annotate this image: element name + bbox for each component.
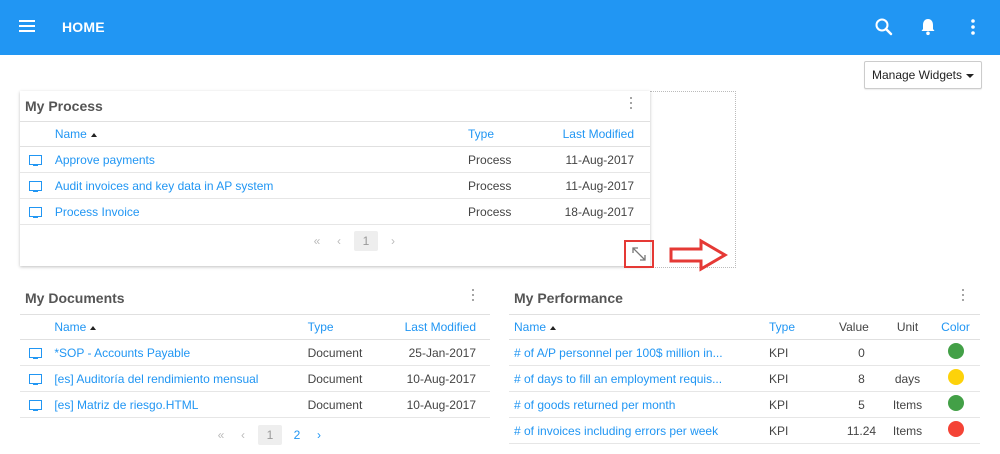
widget-menu-icon[interactable]	[961, 289, 965, 303]
menu-icon[interactable]	[19, 20, 35, 32]
status-dot	[947, 421, 964, 437]
process-link[interactable]: Approve payments	[55, 153, 155, 167]
table-header: Name Type Last Modified	[20, 121, 650, 147]
first-page-button[interactable]: «	[310, 234, 324, 248]
table-row[interactable]: *SOP - Accounts Payable Document 25-Jan-…	[20, 339, 490, 366]
next-page-button[interactable]: ›	[312, 428, 326, 442]
table-header: Name Type Value Unit Color	[509, 314, 980, 340]
first-page-button[interactable]: «	[214, 428, 228, 442]
documents-table: Name Type Last Modified *SOP - Accounts …	[20, 314, 490, 418]
column-header-last-modified[interactable]: Last Modified	[369, 314, 490, 340]
column-header-name[interactable]: Name	[509, 314, 769, 340]
column-header-last-modified[interactable]: Last Modified	[522, 121, 650, 147]
monitor-icon	[29, 374, 42, 386]
prev-page-button[interactable]: ‹	[236, 428, 250, 442]
column-header-name[interactable]: Name	[54, 121, 469, 147]
kpi-link[interactable]: # of goods returned per month	[514, 398, 675, 412]
monitor-icon	[29, 207, 42, 219]
column-header-type[interactable]: Type	[468, 121, 523, 147]
kpi-link[interactable]: # of days to fill an employment requis..…	[514, 372, 722, 386]
sort-asc-icon	[90, 325, 97, 330]
caret-down-icon	[966, 73, 975, 78]
column-header-type[interactable]: Type	[307, 314, 370, 340]
kpi-link[interactable]: # of A/P personnel per 100$ million in..…	[514, 346, 723, 360]
table-row[interactable]: # of A/P personnel per 100$ million in..…	[509, 339, 980, 366]
bell-icon[interactable]	[917, 16, 939, 38]
widget-title: My Process	[25, 98, 103, 114]
status-dot	[947, 343, 964, 359]
status-dot	[947, 395, 964, 411]
table-row[interactable]: Approve payments Process 11-Aug-2017	[20, 146, 650, 173]
table-row[interactable]: Audit invoices and key data in AP system…	[20, 172, 650, 199]
column-header-unit[interactable]: Unit	[884, 314, 931, 340]
column-header-name[interactable]: Name	[54, 314, 308, 340]
page-button-1[interactable]: 1	[258, 425, 282, 445]
pagination: « ‹ 1 2 ›	[210, 425, 330, 445]
sort-asc-icon	[90, 132, 97, 137]
monitor-icon	[29, 181, 42, 193]
table-row[interactable]: # of goods returned per month KPI 5 Item…	[509, 391, 980, 418]
document-link[interactable]: [es] Matriz de riesgo.HTML	[54, 398, 198, 412]
process-link[interactable]: Process Invoice	[55, 205, 140, 219]
manage-widgets-button[interactable]: Manage Widgets	[864, 61, 982, 89]
my-performance-widget: My Performance Name Type Value Unit Colo…	[509, 283, 980, 454]
search-icon[interactable]	[873, 16, 895, 38]
table-row[interactable]: [es] Auditoría del rendimiento mensual D…	[20, 365, 490, 392]
sort-asc-icon	[550, 325, 557, 330]
performance-table: Name Type Value Unit Color # of A/P pers…	[509, 314, 980, 444]
column-header-type[interactable]: Type	[769, 314, 839, 340]
next-page-button[interactable]: ›	[386, 234, 400, 248]
column-header-value[interactable]: Value	[839, 314, 884, 340]
page-title: HOME	[62, 19, 105, 35]
table-header: Name Type Last Modified	[20, 314, 490, 340]
column-header-color[interactable]: Color	[931, 314, 980, 340]
page-button-2[interactable]: 2	[290, 428, 304, 442]
widget-menu-icon[interactable]	[629, 97, 633, 111]
process-table: Name Type Last Modified Approve payments…	[20, 121, 650, 225]
my-documents-widget: My Documents Name Type Last Modified *SO…	[20, 283, 490, 454]
status-dot	[947, 369, 964, 385]
document-link[interactable]: [es] Auditoría del rendimiento mensual	[54, 372, 258, 386]
resize-diagonal-icon	[632, 247, 646, 261]
monitor-icon	[29, 348, 42, 360]
more-vert-icon[interactable]	[962, 16, 984, 38]
prev-page-button[interactable]: ‹	[332, 234, 346, 248]
widget-title: My Performance	[514, 290, 623, 306]
my-process-widget: My Process Name Type Last Modified Appro…	[20, 91, 650, 266]
document-link[interactable]: *SOP - Accounts Payable	[54, 346, 190, 360]
monitor-icon	[29, 400, 42, 412]
widget-resize-handle[interactable]	[624, 240, 654, 268]
table-row[interactable]: [es] Matriz de riesgo.HTML Document 10-A…	[20, 391, 490, 418]
widget-title: My Documents	[25, 290, 125, 306]
red-arrow-annotation	[669, 238, 728, 272]
table-row[interactable]: Process Invoice Process 18-Aug-2017	[20, 198, 650, 225]
table-row[interactable]: # of invoices including errors per week …	[509, 417, 980, 444]
app-header: HOME	[0, 0, 1000, 55]
widget-menu-icon[interactable]	[471, 289, 475, 303]
kpi-link[interactable]: # of invoices including errors per week	[514, 424, 718, 438]
process-link[interactable]: Audit invoices and key data in AP system	[55, 179, 274, 193]
page-button-1[interactable]: 1	[354, 231, 378, 251]
table-row[interactable]: # of days to fill an employment requis..…	[509, 365, 980, 392]
monitor-icon	[29, 155, 42, 167]
pagination: « ‹ 1 ›	[306, 231, 404, 251]
